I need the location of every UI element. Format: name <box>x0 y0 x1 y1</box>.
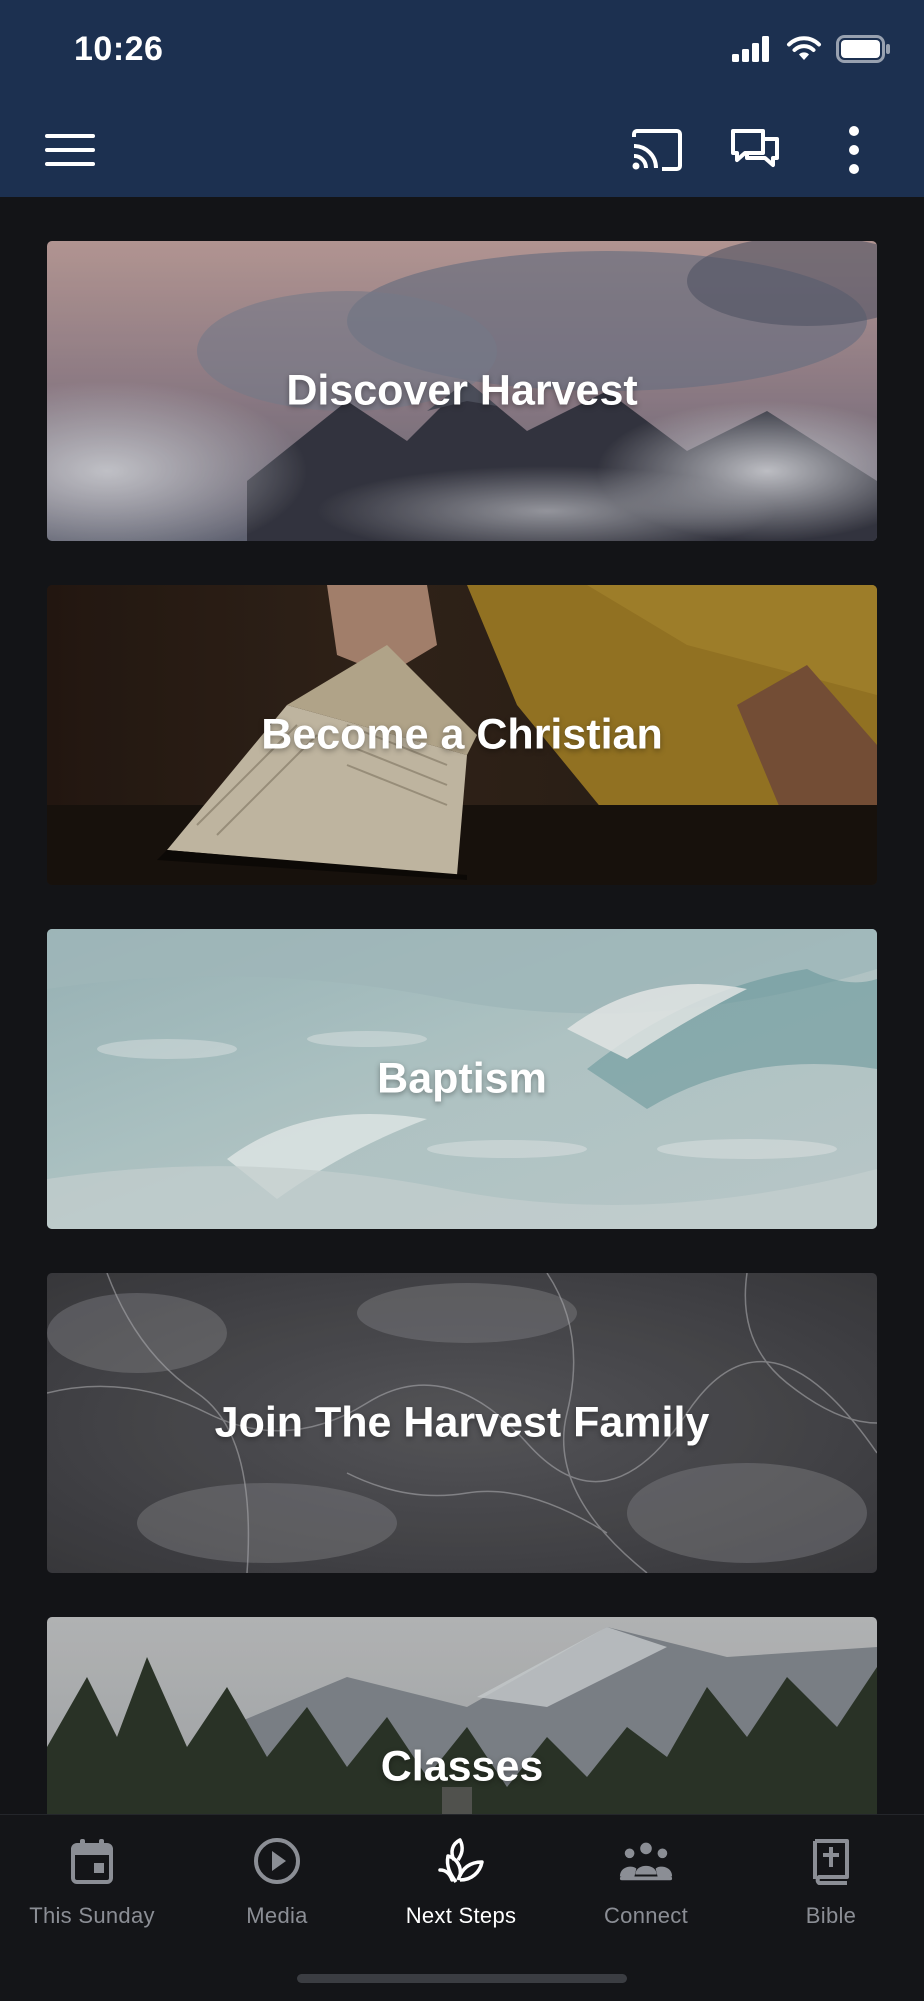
card-title: Baptism <box>377 1054 547 1103</box>
cast-icon <box>632 129 682 171</box>
card-discover-harvest[interactable]: Discover Harvest <box>47 241 877 541</box>
chat-button[interactable] <box>725 120 785 180</box>
status-time: 10:26 <box>74 30 164 68</box>
tab-next-steps[interactable]: Next Steps <box>369 1833 553 1943</box>
tab-label: Media <box>246 1903 308 1928</box>
tab-this-sunday[interactable]: This Sunday <box>0 1833 184 1943</box>
menu-button[interactable] <box>40 120 100 180</box>
tab-connect[interactable]: Connect <box>554 1833 738 1943</box>
card-join-the-harvest-family[interactable]: Join The Harvest Family <box>47 1273 877 1573</box>
tab-label: Next Steps <box>405 1903 517 1928</box>
wifi-icon <box>786 35 822 67</box>
tab-media[interactable]: Media <box>185 1833 369 1943</box>
card-baptism[interactable]: Baptism <box>47 929 877 1229</box>
chat-icon <box>731 129 779 167</box>
status-icons <box>732 34 892 68</box>
tab-bible[interactable]: Bible <box>739 1833 923 1943</box>
tab-label: Connect <box>603 1903 689 1928</box>
group-icon <box>618 1833 674 1889</box>
bible-icon <box>803 1833 859 1889</box>
sprout-icon <box>433 1833 489 1889</box>
next-steps-list[interactable]: Discover Harvest Become a Christian Bapt… <box>0 197 924 1814</box>
battery-icon <box>836 34 892 68</box>
cast-button[interactable] <box>627 120 687 180</box>
signal-icon <box>732 35 772 67</box>
home-indicator <box>297 1974 627 1983</box>
card-title: Become a Christian <box>261 710 663 759</box>
card-title: Classes <box>380 1742 544 1791</box>
bottom-tab-bar: This Sunday Media Next Steps Connect Bib… <box>0 1814 924 2001</box>
card-title: Join The Harvest Family <box>214 1398 710 1447</box>
card-classes[interactable]: Classes <box>47 1617 877 1814</box>
menu-icon <box>45 134 95 166</box>
tab-label: This Sunday <box>29 1903 155 1928</box>
card-become-a-christian[interactable]: Become a Christian <box>47 585 877 885</box>
tab-label: Bible <box>805 1903 857 1928</box>
more-button[interactable] <box>824 120 884 180</box>
status-bar: 10:26 <box>0 0 924 100</box>
more-vertical-icon <box>849 126 859 174</box>
card-title: Discover Harvest <box>286 366 638 415</box>
app-bar <box>0 100 924 197</box>
calendar-icon <box>64 1833 120 1889</box>
play-circle-icon <box>249 1833 305 1889</box>
